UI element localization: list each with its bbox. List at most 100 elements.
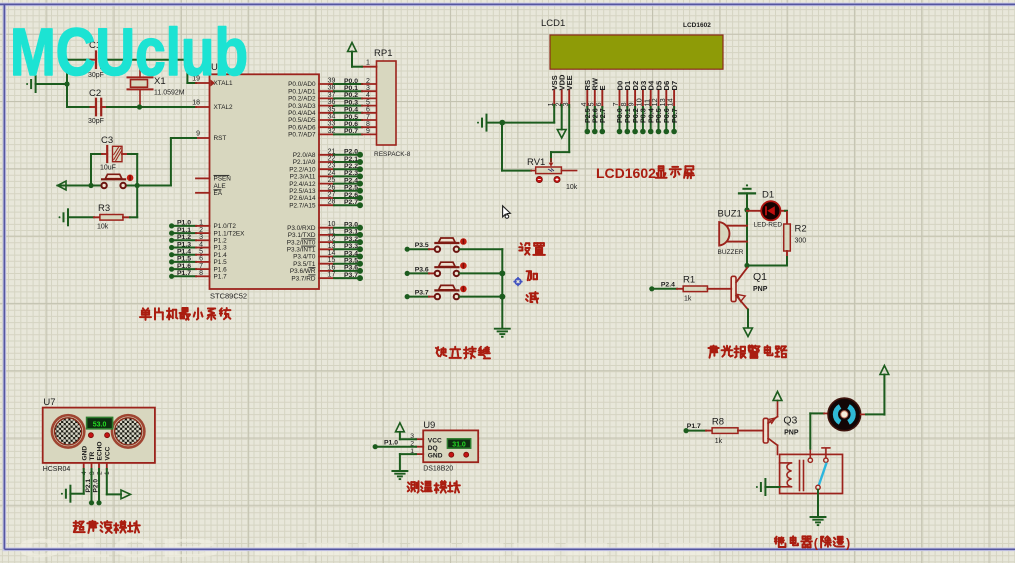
svg-text:D7: D7: [670, 81, 679, 91]
svg-text:P2.4: P2.4: [344, 177, 358, 184]
svg-text:R8: R8: [712, 416, 724, 427]
svg-text:P1.1: P1.1: [177, 227, 191, 234]
svg-text:TR: TR: [89, 451, 96, 460]
svg-text:1: 1: [199, 220, 203, 227]
svg-text:XTAL2: XTAL2: [214, 104, 234, 111]
svg-text:PSEN: PSEN: [214, 176, 232, 183]
svg-text:300: 300: [795, 238, 807, 245]
svg-text:HCSR04: HCSR04: [43, 466, 71, 473]
svg-text:P1.7: P1.7: [687, 423, 701, 430]
svg-text:): ): [846, 537, 850, 551]
svg-text:P1.3: P1.3: [214, 245, 228, 252]
svg-text:P0.7/AD7: P0.7/AD7: [288, 132, 316, 139]
svg-text:8: 8: [199, 270, 203, 277]
svg-text:3: 3: [366, 85, 370, 92]
svg-text:P3.3: P3.3: [344, 243, 358, 250]
svg-text:P0.7: P0.7: [670, 108, 679, 123]
svg-text:10uF: 10uF: [100, 165, 116, 172]
svg-text:10k: 10k: [97, 224, 109, 231]
svg-text:P2.7/A15: P2.7/A15: [289, 202, 316, 209]
svg-text:9: 9: [196, 131, 200, 138]
svg-text:P0.7: P0.7: [344, 128, 358, 135]
svg-text:P1.5: P1.5: [177, 256, 191, 263]
svg-text:P3.3/INT1: P3.3/INT1: [287, 247, 316, 254]
svg-text:4: 4: [366, 92, 370, 99]
svg-text:RP1: RP1: [374, 48, 392, 59]
svg-text:LED-RED: LED-RED: [754, 222, 783, 229]
svg-text:P2.2: P2.2: [344, 163, 358, 170]
svg-text:U9: U9: [423, 420, 435, 431]
svg-text:DQ: DQ: [428, 445, 438, 452]
svg-text:P2.3: P2.3: [344, 170, 358, 177]
svg-text:6: 6: [199, 256, 203, 263]
svg-text:BUZZER: BUZZER: [718, 249, 744, 256]
svg-text:P3.2: P3.2: [344, 236, 358, 243]
svg-text:P0.0: P0.0: [344, 78, 358, 85]
svg-text:P3.4: P3.4: [344, 250, 358, 257]
svg-text:P2.1: P2.1: [344, 156, 358, 163]
svg-text:P1.2: P1.2: [177, 234, 191, 241]
svg-text:E: E: [598, 85, 607, 90]
svg-text:7: 7: [199, 263, 203, 270]
svg-text:P1.2: P1.2: [214, 238, 228, 245]
svg-text:P0.5/AD5: P0.5/AD5: [288, 117, 316, 124]
svg-text:LCD1602: LCD1602: [596, 165, 656, 181]
svg-text:1k: 1k: [715, 438, 723, 445]
svg-text:30pF: 30pF: [88, 118, 104, 125]
svg-text:18: 18: [192, 100, 200, 107]
svg-text:P2.7: P2.7: [344, 199, 358, 206]
svg-text:P3.7: P3.7: [344, 272, 358, 279]
svg-text:P3.2/INT0: P3.2/INT0: [287, 239, 316, 246]
svg-text:Q1: Q1: [753, 271, 767, 283]
svg-text:P1.3: P1.3: [177, 241, 191, 248]
svg-text:2: 2: [199, 227, 203, 234]
svg-text:BUZ1: BUZ1: [718, 209, 742, 220]
svg-text:P0.6/AD6: P0.6/AD6: [288, 124, 316, 131]
svg-text:P0.6: P0.6: [344, 121, 358, 128]
svg-text:P0.2: P0.2: [344, 92, 358, 99]
svg-text:R2: R2: [795, 224, 807, 235]
svg-text:P2.1: P2.1: [85, 479, 92, 493]
svg-text:VCC: VCC: [428, 438, 442, 445]
svg-text:7: 7: [366, 114, 370, 121]
svg-text:P2.6/A14: P2.6/A14: [289, 195, 316, 202]
svg-text:P3.4/T0: P3.4/T0: [293, 254, 316, 261]
svg-text:P1.7: P1.7: [214, 274, 228, 281]
svg-text:P3.6/WR: P3.6/WR: [290, 268, 316, 275]
svg-text:P3.1: P3.1: [344, 229, 358, 236]
svg-text:P0.3/AD3: P0.3/AD3: [288, 103, 316, 110]
svg-text:P1.6: P1.6: [177, 263, 191, 270]
svg-text:Q3: Q3: [783, 415, 797, 427]
svg-text:ALE: ALE: [214, 183, 226, 190]
svg-text:1k: 1k: [684, 295, 692, 302]
svg-text:PNP: PNP: [784, 430, 799, 437]
svg-text:P2.5: P2.5: [344, 185, 358, 192]
svg-text:ECHO: ECHO: [97, 441, 104, 460]
svg-text:P2.1/A9: P2.1/A9: [293, 159, 316, 166]
svg-text:P2.0: P2.0: [93, 479, 100, 493]
svg-text:P1.4: P1.4: [214, 252, 228, 259]
svg-text:P0.0/AD0: P0.0/AD0: [288, 81, 316, 88]
svg-text:5: 5: [366, 99, 370, 106]
svg-text:P3.5: P3.5: [415, 242, 429, 249]
svg-text:P3.6: P3.6: [344, 265, 358, 272]
svg-text:RST: RST: [214, 135, 227, 142]
svg-text:DS18B20: DS18B20: [423, 465, 453, 472]
svg-text:P2.0/A8: P2.0/A8: [293, 152, 316, 159]
svg-text:P2.4: P2.4: [661, 281, 675, 288]
svg-text:14: 14: [666, 98, 675, 106]
svg-text:4: 4: [199, 241, 203, 248]
svg-text:P2.2/A10: P2.2/A10: [289, 166, 316, 173]
svg-text:LCD1602: LCD1602: [683, 22, 711, 29]
svg-text:STC89C52: STC89C52: [210, 292, 247, 301]
svg-text:P0.1: P0.1: [344, 85, 358, 92]
svg-text:PNP: PNP: [753, 286, 768, 293]
svg-text:RV1: RV1: [527, 157, 545, 168]
svg-text:D1: D1: [762, 190, 774, 201]
svg-text:P3.7: P3.7: [415, 290, 429, 297]
svg-text:P3.0: P3.0: [344, 222, 358, 229]
svg-text:P0.1/AD1: P0.1/AD1: [288, 88, 316, 95]
svg-text:P1.7: P1.7: [177, 270, 191, 277]
svg-text:P0.3: P0.3: [344, 99, 358, 106]
svg-text:R3: R3: [98, 203, 110, 214]
